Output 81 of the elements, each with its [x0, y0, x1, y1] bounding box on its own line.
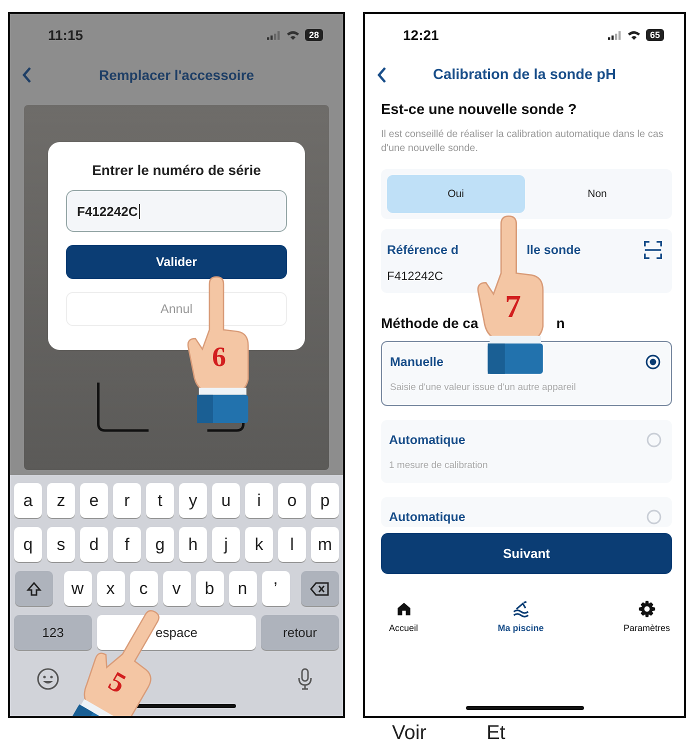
- status-time: 11:15: [48, 27, 84, 43]
- step-number: 5: [104, 668, 130, 700]
- shift-icon: [26, 580, 42, 596]
- settings-icon: [638, 600, 656, 618]
- keyboard-key[interactable]: o: [278, 483, 306, 518]
- battery-level: 28: [304, 29, 323, 41]
- swimmer-icon: [512, 600, 530, 618]
- wifi-icon: [286, 30, 300, 40]
- shift-key[interactable]: [14, 571, 52, 606]
- keyboard-key[interactable]: g: [146, 527, 174, 562]
- screen-title: Calibration de la sonde pH: [433, 67, 616, 83]
- caption-text: Voir: [392, 722, 426, 745]
- emoji-icon[interactable]: [36, 667, 60, 691]
- step-number: 6: [212, 344, 226, 372]
- serial-input[interactable]: F412242C: [66, 190, 287, 232]
- keyboard-key[interactable]: d: [80, 527, 108, 562]
- keyboard-key[interactable]: c: [130, 571, 158, 606]
- keyboard-key[interactable]: w: [64, 571, 92, 606]
- keyboard-key[interactable]: s: [47, 527, 75, 562]
- back-icon[interactable]: [22, 67, 32, 83]
- keyboard-key[interactable]: b: [196, 571, 224, 606]
- option-description: 1 mesure de calibration: [389, 460, 489, 471]
- signal-icon: [608, 30, 622, 40]
- delete-key[interactable]: [300, 571, 338, 606]
- method-option[interactable]: Manuelle Saisie d'une valeur issue d'un autre appareil: [381, 341, 672, 406]
- section-title: n: [556, 315, 565, 331]
- keyboard-key[interactable]: k: [245, 527, 273, 562]
- question-title: Est-ce une nouvelle sonde ?: [381, 102, 578, 118]
- keyboard-key[interactable]: 123: [14, 615, 92, 650]
- wifi-icon: [626, 30, 641, 40]
- section-title: Méthode de ca: [381, 315, 478, 331]
- home-icon: [394, 600, 412, 618]
- choice-tab[interactable]: Oui: [387, 175, 524, 213]
- option-title: Manuelle: [390, 355, 444, 369]
- scan-icon[interactable]: [644, 241, 662, 259]
- keyboard-key[interactable]: ’: [262, 571, 290, 606]
- question-hint: Il est conseillé de réaliser la calibration automatique dans le cas d'une nouvelle sonde.: [381, 128, 664, 155]
- reference-label: lle sonde: [526, 243, 581, 257]
- keyboard-key[interactable]: h: [179, 527, 207, 562]
- step-number: 7: [505, 290, 521, 322]
- keyboard-key[interactable]: u: [212, 483, 240, 518]
- tab-item[interactable]: Accueil: [389, 600, 418, 633]
- tab-item[interactable]: Ma piscine: [498, 600, 544, 633]
- option-title: Automatique: [389, 433, 466, 447]
- back-icon[interactable]: [377, 67, 387, 83]
- screen-title: Remplacer l'accessoire: [98, 67, 254, 83]
- reference-value: F412242C: [387, 269, 444, 283]
- radio-button[interactable]: [645, 354, 661, 370]
- keyboard-key[interactable]: y: [179, 483, 207, 518]
- battery-level: 65: [646, 29, 664, 41]
- reference-label: Référence d: [387, 243, 459, 257]
- dialog-title: Entrer le numéro de série: [91, 162, 262, 178]
- keyboard-key[interactable]: t: [146, 483, 174, 518]
- microphone-icon[interactable]: [297, 667, 313, 691]
- keyboard-key[interactable]: a: [14, 483, 42, 518]
- signal-icon: [266, 30, 281, 40]
- validate-button[interactable]: Valider: [66, 245, 287, 279]
- keyboard-key[interactable]: p: [311, 483, 339, 518]
- backspace-icon: [310, 582, 330, 596]
- tab-item[interactable]: Paramètres: [623, 600, 670, 633]
- keyboard-key[interactable]: n: [228, 571, 256, 606]
- caption-text: Et: [486, 722, 506, 745]
- keyboard-key[interactable]: i: [245, 483, 273, 518]
- option-title: Automatique: [389, 510, 466, 524]
- keyboard-key[interactable]: z: [47, 483, 75, 518]
- keyboard-key[interactable]: j: [212, 527, 240, 562]
- keyboard-key[interactable]: f: [113, 527, 141, 562]
- next-button[interactable]: Suivant: [381, 533, 672, 574]
- method-option[interactable]: Automatique: [381, 497, 672, 527]
- keyboard-key[interactable]: r: [113, 483, 141, 518]
- keyboard-key[interactable]: l: [278, 527, 306, 562]
- keyboard-key[interactable]: q: [14, 527, 42, 562]
- keyboard-key[interactable]: retour: [261, 615, 339, 650]
- option-description: Saisie d'une valeur issue d'un autre appareil: [390, 382, 577, 393]
- keyboard-key[interactable]: m: [311, 527, 339, 562]
- status-time: 12:21: [403, 27, 439, 43]
- keyboard-key[interactable]: x: [96, 571, 124, 606]
- keyboard-key[interactable]: e: [80, 483, 108, 518]
- method-option[interactable]: Automatique 1 mesure de calibration: [381, 420, 672, 483]
- choice-tab[interactable]: Non: [528, 175, 666, 213]
- keyboard-key[interactable]: v: [162, 571, 190, 606]
